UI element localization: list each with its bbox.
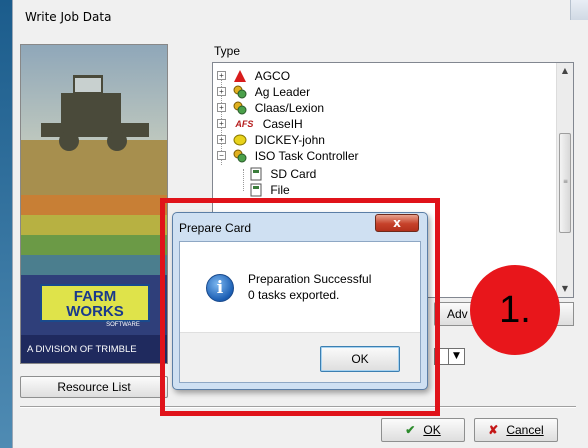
tree-item-ag-leader[interactable]: + Ag Leader [217,83,310,99]
expand-icon[interactable]: + [217,87,226,97]
grip-icon: ≡ [563,178,569,185]
expand-icon[interactable]: + [217,71,226,81]
brand-line2: WORKS [66,303,124,320]
type-label: Type [214,44,241,58]
tree-item-label: SD Card [270,166,317,181]
expand-icon[interactable]: + [217,103,226,113]
chevron-down-icon[interactable]: ▼ [448,348,465,365]
tree-item-label: ISO Task Controller [254,148,359,163]
desktop-background [0,0,12,448]
tree-item-label: Ag Leader [254,84,311,99]
x-icon: ✘ [488,423,499,437]
scroll-thumb[interactable]: ≡ [559,133,571,233]
scroll-down-icon[interactable]: ▼ [557,281,573,297]
step-annotation: 1. [470,265,560,355]
expand-icon[interactable]: + [217,135,226,145]
dialog-title: Write Job Data [25,10,112,24]
gear-icon [233,101,247,115]
division-text: A DIVISION OF TRIMBLE [27,344,137,355]
tree-item-file[interactable]: File [249,181,290,197]
tree-item-iso-task-controller[interactable]: − ISO Task Controller [217,147,359,163]
tree-item-caseih[interactable]: + AFS CaseIH [217,115,303,131]
tree-item-label: File [270,182,290,197]
tree-item-label: AGCO [254,68,291,83]
tree-line [243,169,244,191]
ok-button[interactable]: ✔ OK [381,418,465,442]
scroll-up-icon[interactable]: ▲ [557,63,573,79]
card-icon [249,183,263,197]
farm-works-banner: FARM WORKS SOFTWARE A DIVISION OF TRIMBL… [20,44,168,364]
agco-logo-icon [233,69,247,83]
afs-logo-icon: AFS [235,118,254,129]
tree-scrollbar[interactable]: ▲ ≡ ▼ [556,63,573,297]
brand-sub: SOFTWARE [106,322,140,328]
tree-item-dickey-john[interactable]: + DICKEY-john [217,131,325,147]
resource-list-button[interactable]: Resource List [20,376,168,398]
gear-icon [233,85,247,99]
tree-item-claas-lexion[interactable]: + Claas/Lexion [217,99,324,115]
tree-item-sd-card[interactable]: SD Card [249,165,317,181]
tree-item-label: Claas/Lexion [254,100,325,115]
window-corner [570,0,588,20]
expand-icon[interactable]: + [217,119,226,129]
cancel-button[interactable]: ✘ Cancel [474,418,558,442]
card-icon [249,167,263,181]
tree-item-label: DICKEY-john [254,132,325,147]
collapse-icon[interactable]: − [217,151,226,161]
yellow-logo-icon [233,133,247,147]
tree-item-label: CaseIH [262,116,303,131]
cancel-label: Cancel [506,423,544,437]
gear-icon [233,149,247,163]
ok-label: OK [423,423,441,437]
checkmark-icon: ✔ [405,423,416,437]
highlight-box [160,198,440,416]
tree-item-agco[interactable]: + AGCO [217,67,290,83]
